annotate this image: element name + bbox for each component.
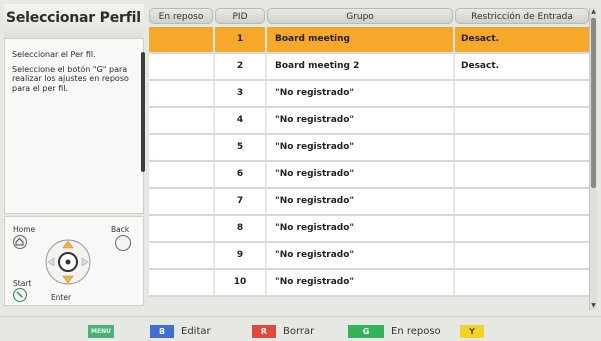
cell-pid: 9: [215, 243, 265, 268]
cell-en-reposo: [149, 189, 213, 214]
r-key[interactable]: R: [252, 325, 276, 338]
table-row[interactable]: 4 "No registrado": [149, 108, 589, 135]
cell-grupo: "No registrado": [267, 81, 453, 106]
help-text: Seleccionar el Per fil. Seleccione el bo…: [12, 50, 138, 99]
cell-grupo: Board meeting 2: [267, 54, 453, 79]
b-key-label: Editar: [181, 326, 211, 337]
help-text-line-2: Seleccione el botón "G" para realizar lo…: [12, 65, 129, 93]
home-label: Home: [13, 225, 36, 234]
cell-pid: 8: [215, 216, 265, 241]
table-scrollbar[interactable]: ▲ ▼: [589, 8, 597, 310]
row-divider: [149, 295, 589, 297]
table-row[interactable]: 3 "No registrado": [149, 81, 589, 108]
cell-pid: 7: [215, 189, 265, 214]
cell-pid: 2: [215, 54, 265, 79]
g-key[interactable]: G: [348, 325, 384, 338]
direction-pad-icon: [43, 237, 93, 287]
profile-table: En reposo PID Grupo Restricción de Entra…: [149, 8, 597, 310]
cell-en-reposo: [149, 108, 213, 133]
cell-en-reposo: [149, 81, 213, 106]
cell-grupo: "No registrado": [267, 108, 453, 133]
cell-pid: 3: [215, 81, 265, 106]
cell-restriccion: [455, 135, 589, 160]
remote-guide: Home Back Start Enter: [4, 216, 144, 306]
r-key-label: Borrar: [283, 326, 315, 337]
help-scrollbar[interactable]: [141, 52, 145, 172]
help-text-line-1: Seleccionar el Per fil.: [12, 50, 96, 59]
cell-pid: 4: [215, 108, 265, 133]
cell-en-reposo: [149, 243, 213, 268]
cell-en-reposo: [149, 54, 213, 79]
column-header-en-reposo[interactable]: En reposo: [149, 8, 213, 24]
cell-grupo: "No registrado": [267, 162, 453, 187]
cell-grupo: "No registrado": [267, 270, 453, 295]
column-header-restriccion[interactable]: Restricción de Entrada: [455, 8, 589, 24]
b-key[interactable]: B: [150, 325, 174, 338]
cell-pid: 1: [215, 27, 265, 52]
table-row[interactable]: 10 "No registrado": [149, 270, 589, 297]
cell-grupo: "No registrado": [267, 243, 453, 268]
cell-restriccion: Desact.: [455, 54, 589, 79]
table-row[interactable]: 5 "No registrado": [149, 135, 589, 162]
cell-restriccion: [455, 243, 589, 268]
column-header-pid[interactable]: PID: [215, 8, 265, 24]
cell-en-reposo: [149, 27, 213, 52]
cell-restriccion: [455, 189, 589, 214]
enter-label: Enter: [51, 293, 72, 302]
table-row[interactable]: 8 "No registrado": [149, 216, 589, 243]
cell-restriccion: [455, 81, 589, 106]
cell-restriccion: Desact.: [455, 27, 589, 52]
back-label: Back: [111, 225, 130, 234]
y-key[interactable]: Y: [460, 325, 484, 338]
menu-key[interactable]: MENU: [88, 325, 114, 338]
table-row[interactable]: 1 Board meeting Desact.: [149, 27, 589, 54]
table-row[interactable]: 7 "No registrado": [149, 189, 589, 216]
back-button-icon: [115, 235, 131, 251]
cell-grupo: "No registrado": [267, 135, 453, 160]
cell-restriccion: [455, 162, 589, 187]
cell-restriccion: [455, 270, 589, 295]
left-panel: Seleccionar Perfil Seleccionar el Per fi…: [4, 4, 145, 306]
g-key-label: En reposo: [391, 326, 441, 337]
cell-grupo: "No registrado": [267, 216, 453, 241]
cell-restriccion: [455, 108, 589, 133]
start-button-icon: [13, 288, 27, 302]
table-row[interactable]: 2 Board meeting 2 Desact.: [149, 54, 589, 81]
cell-en-reposo: [149, 135, 213, 160]
scroll-down-icon[interactable]: ▼: [590, 302, 597, 310]
cell-grupo: "No registrado": [267, 189, 453, 214]
bottom-key-bar: MENU B Editar R Borrar G En reposo Y: [0, 316, 601, 341]
cell-pid: 10: [215, 270, 265, 295]
cell-en-reposo: [149, 162, 213, 187]
cell-restriccion: [455, 216, 589, 241]
start-label: Start: [13, 279, 32, 288]
cell-grupo: Board meeting: [267, 27, 453, 52]
cell-pid: 6: [215, 162, 265, 187]
scroll-thumb[interactable]: [591, 18, 596, 188]
cell-pid: 5: [215, 135, 265, 160]
cell-en-reposo: [149, 216, 213, 241]
scroll-up-icon[interactable]: ▲: [590, 8, 597, 16]
table-row[interactable]: 9 "No registrado": [149, 243, 589, 270]
cell-en-reposo: [149, 270, 213, 295]
column-header-grupo[interactable]: Grupo: [267, 8, 453, 24]
table-row[interactable]: 6 "No registrado": [149, 162, 589, 189]
page-title: Seleccionar Perfil: [6, 10, 141, 26]
home-icon: [13, 235, 27, 249]
